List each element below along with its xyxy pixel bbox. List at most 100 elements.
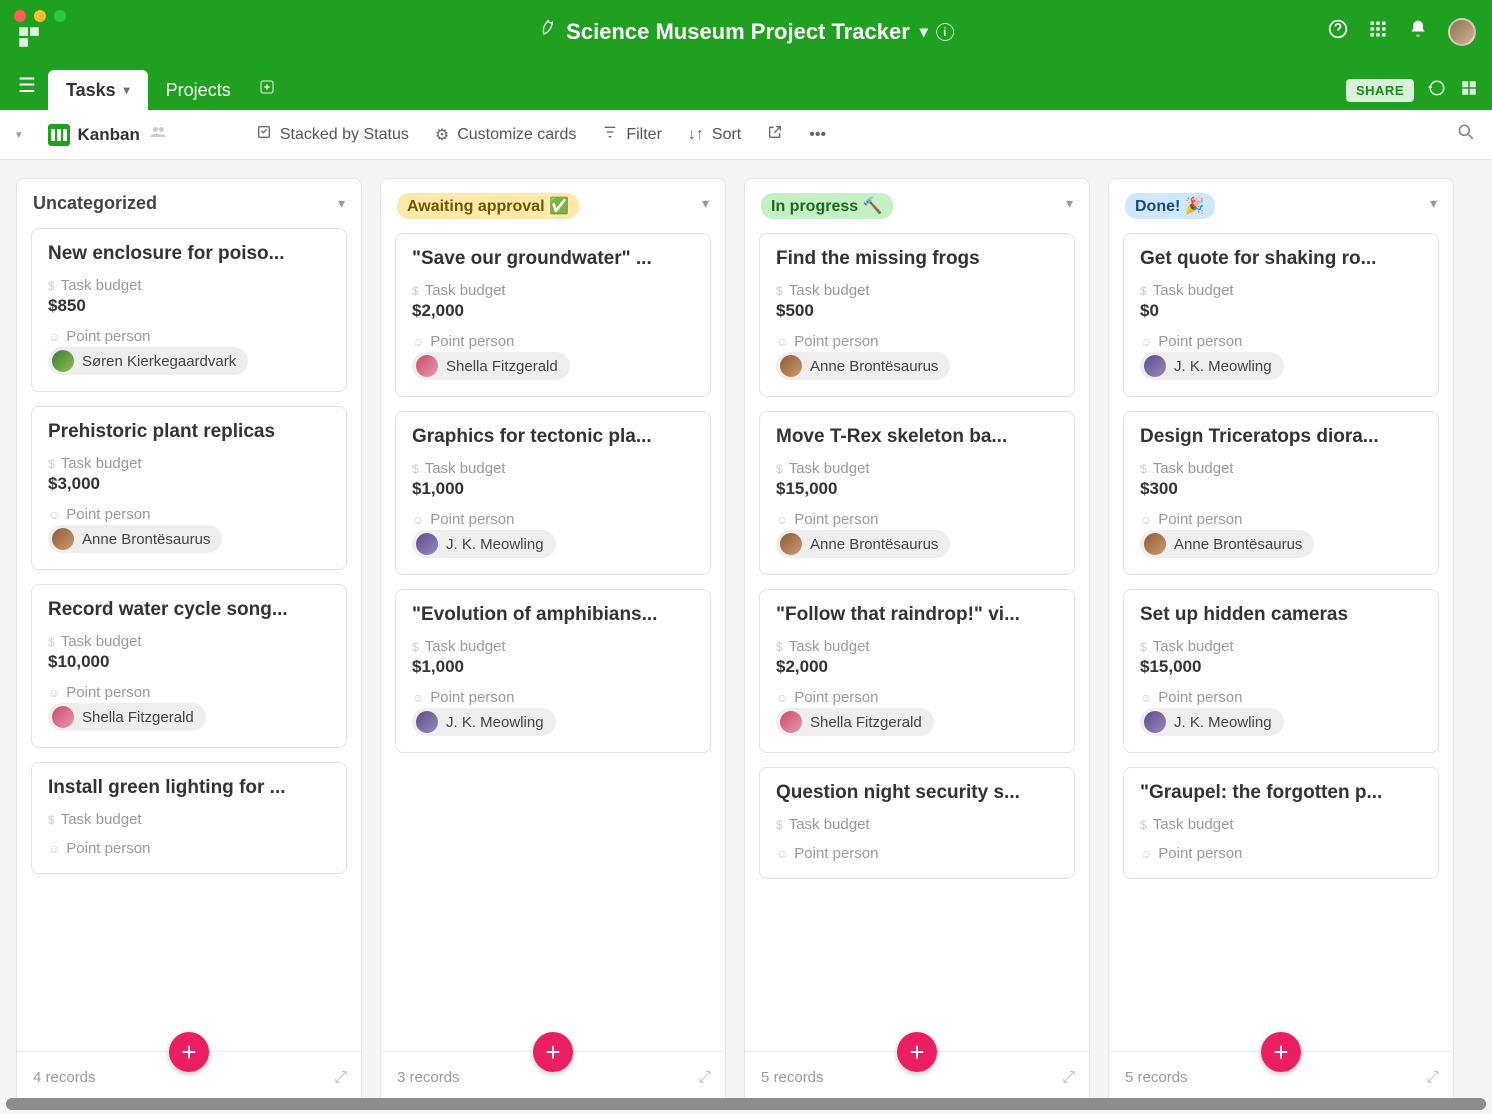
window-minimize-icon[interactable] [34, 10, 46, 22]
chevron-down-icon[interactable]: ▾ [1066, 195, 1073, 212]
chevron-down-icon[interactable]: ▾ [124, 83, 130, 97]
person-chip[interactable]: Shella Fitzgerald [48, 703, 206, 731]
kanban-card[interactable]: "Evolution of amphibians...$Task budget$… [395, 589, 711, 753]
add-tab-button[interactable] [259, 79, 275, 100]
horizontal-scrollbar[interactable] [6, 1098, 1486, 1110]
window-controls [14, 10, 66, 22]
person-icon: ☺ [1140, 513, 1152, 527]
customize-cards-control[interactable]: ⚙ Customize cards [435, 125, 577, 145]
budget-label: $Task budget [412, 638, 694, 655]
menu-icon[interactable]: ☰ [18, 73, 36, 98]
window-zoom-icon[interactable] [54, 10, 66, 22]
share-button[interactable]: SHARE [1346, 79, 1414, 102]
kanban-card[interactable]: Install green lighting for ...$Task budg… [31, 762, 347, 874]
person-chip[interactable]: J. K. Meowling [1140, 352, 1284, 380]
views-dropdown-caret[interactable]: ▾ [16, 128, 22, 141]
search-icon[interactable] [1456, 125, 1476, 147]
person-chip[interactable]: J. K. Meowling [412, 530, 556, 558]
info-icon[interactable]: i [936, 23, 954, 41]
column-title: Uncategorized [33, 193, 157, 214]
person-chip[interactable]: Anne Brontësaurus [776, 352, 950, 380]
window-close-icon[interactable] [14, 10, 26, 22]
kanban-card[interactable]: Set up hidden cameras$Task budget$15,000… [1123, 589, 1439, 753]
column-cards[interactable]: Find the missing frogs$Task budget$500☺P… [745, 229, 1089, 1051]
person-chip[interactable]: Anne Brontësaurus [1140, 530, 1314, 558]
chevron-down-icon[interactable]: ▾ [920, 22, 928, 42]
kanban-card[interactable]: Question night security s...$Task budget… [759, 767, 1075, 879]
blocks-icon[interactable] [1460, 79, 1478, 102]
column-footer: 4 records+⤢ [17, 1051, 361, 1103]
stacked-by-control[interactable]: Stacked by Status [256, 124, 409, 145]
person-icon: ☺ [48, 686, 60, 700]
user-avatar[interactable] [1448, 18, 1476, 46]
bell-icon[interactable] [1408, 19, 1428, 45]
person-label: ☺Point person [1140, 333, 1422, 350]
column-cards[interactable]: "Save our groundwater" ...$Task budget$2… [381, 229, 725, 1051]
person-label: ☺Point person [412, 511, 694, 528]
person-chip[interactable]: Shella Fitzgerald [776, 708, 934, 736]
expand-icon[interactable]: ⤢ [334, 1069, 347, 1087]
chevron-down-icon[interactable]: ▾ [338, 195, 345, 212]
kanban-card[interactable]: Graphics for tectonic pla...$Task budget… [395, 411, 711, 575]
person-name: Søren Kierkegaardvark [82, 353, 236, 370]
collaborators-icon[interactable] [148, 122, 168, 147]
column-cards[interactable]: Get quote for shaking ro...$Task budget$… [1109, 229, 1453, 1051]
apps-grid-icon[interactable] [1368, 19, 1388, 45]
kanban-card[interactable]: Record water cycle song...$Task budget$1… [31, 584, 347, 748]
kanban-board[interactable]: Uncategorized ▾ New enclosure for poiso...… [0, 160, 1492, 1114]
kanban-card[interactable]: Get quote for shaking ro...$Task budget$… [1123, 233, 1439, 397]
budget-label: $Task budget [412, 460, 694, 477]
add-record-button[interactable]: + [1261, 1032, 1301, 1072]
kanban-card[interactable]: Move T-Rex skeleton ba...$Task budget$15… [759, 411, 1075, 575]
currency-icon: $ [1140, 818, 1147, 832]
add-record-button[interactable]: + [169, 1032, 209, 1072]
column-header[interactable]: In progress 🔨▾ [745, 179, 1089, 229]
base-title-area[interactable]: Science Museum Project Tracker ▾ i [538, 19, 954, 45]
card-title: Move T-Rex skeleton ba... [776, 426, 1058, 448]
view-name: Kanban [78, 125, 140, 145]
kanban-card[interactable]: Design Triceratops diora...$Task budget$… [1123, 411, 1439, 575]
kanban-card[interactable]: "Graupel: the forgotten p...$Task budget… [1123, 767, 1439, 879]
chevron-down-icon[interactable]: ▾ [1430, 195, 1437, 212]
view-switcher[interactable]: Kanban [48, 122, 168, 147]
avatar [1144, 533, 1166, 555]
person-label: ☺Point person [48, 684, 330, 701]
column-header[interactable]: Done! 🎉▾ [1109, 179, 1453, 229]
sort-control[interactable]: ↓↑ Sort [688, 126, 741, 144]
person-label: ☺Point person [1140, 511, 1422, 528]
person-chip[interactable]: Søren Kierkegaardvark [48, 347, 248, 375]
share-view-button[interactable] [767, 124, 783, 145]
person-chip[interactable]: Anne Brontësaurus [48, 525, 222, 553]
person-chip[interactable]: J. K. Meowling [412, 708, 556, 736]
kanban-card[interactable]: Prehistoric plant replicas$Task budget$3… [31, 406, 347, 570]
chevron-down-icon[interactable]: ▾ [702, 195, 709, 212]
person-chip[interactable]: J. K. Meowling [1140, 708, 1284, 736]
avatar [780, 711, 802, 733]
card-title: Get quote for shaking ro... [1140, 248, 1422, 270]
customize-label: Customize cards [457, 126, 576, 144]
column-header[interactable]: Uncategorized ▾ [17, 179, 361, 224]
help-icon[interactable] [1328, 19, 1348, 45]
kanban-card[interactable]: "Save our groundwater" ...$Task budget$2… [395, 233, 711, 397]
kanban-card[interactable]: New enclosure for poiso...$Task budget$8… [31, 228, 347, 392]
person-chip[interactable]: Shella Fitzgerald [412, 352, 570, 380]
filter-control[interactable]: Filter [602, 124, 662, 145]
history-icon[interactable] [1428, 79, 1446, 102]
expand-icon[interactable]: ⤢ [1426, 1069, 1439, 1087]
add-record-button[interactable]: + [533, 1032, 573, 1072]
column-header[interactable]: Awaiting approval ✅▾ [381, 179, 725, 229]
add-record-button[interactable]: + [897, 1032, 937, 1072]
budget-value: $300 [1140, 479, 1422, 499]
person-chip[interactable]: Anne Brontësaurus [776, 530, 950, 558]
sort-label: Sort [712, 126, 741, 144]
kanban-card[interactable]: Find the missing frogs$Task budget$500☺P… [759, 233, 1075, 397]
kanban-card[interactable]: "Follow that raindrop!" vi...$Task budge… [759, 589, 1075, 753]
tab-projects[interactable]: Projects [148, 70, 249, 110]
more-button[interactable]: ••• [809, 126, 826, 144]
person-icon: ☺ [48, 330, 60, 344]
column-cards[interactable]: New enclosure for poiso...$Task budget$8… [17, 224, 361, 1051]
tab-tasks[interactable]: Tasks ▾ [48, 70, 148, 110]
expand-icon[interactable]: ⤢ [698, 1069, 711, 1087]
app-logo-icon[interactable] [16, 24, 42, 50]
expand-icon[interactable]: ⤢ [1062, 1069, 1075, 1087]
